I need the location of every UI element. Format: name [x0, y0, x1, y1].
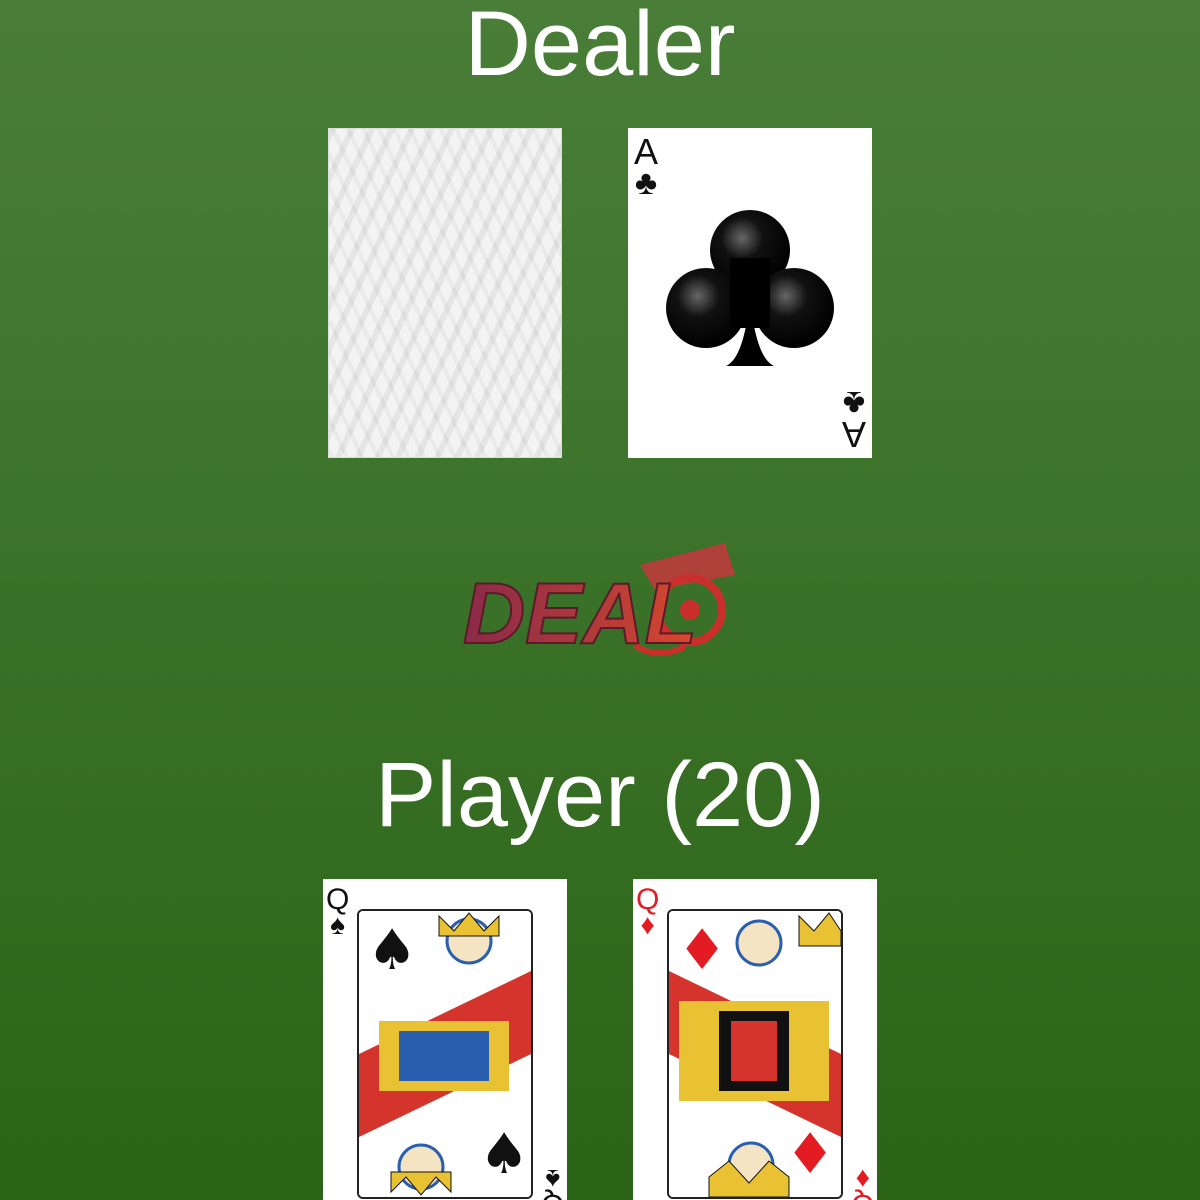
player-card-queen-of-diamonds: Q ♦ ♦ ♦ Q ♦	[633, 879, 877, 1200]
card-corner-bottom: A ♣	[841, 384, 866, 455]
club-icon	[666, 210, 834, 366]
club-icon: ♣	[634, 164, 658, 202]
card-corner-top: Q ♠	[326, 883, 350, 940]
svg-text:♠: ♠	[479, 1122, 529, 1187]
queen-artwork: ♠ ♠	[357, 909, 533, 1199]
queen-figure-icon: ♠ ♠	[359, 911, 531, 1197]
svg-text:♦: ♦	[785, 1122, 835, 1187]
deal-logo: DEAL	[462, 543, 735, 663]
card-corner-top: A ♣	[634, 131, 659, 202]
card-corner-top: Q ♦	[636, 883, 660, 940]
queen-figure-icon: ♦ ♦	[669, 911, 841, 1197]
club-icon: ♣	[842, 384, 866, 422]
card-corner-bottom: Q ♠	[541, 1164, 564, 1200]
player-card-queen-of-spades: Q ♠ ♠ ♠ Q ♠	[323, 879, 567, 1200]
svg-text:♦: ♦	[677, 918, 727, 983]
dealer-title: Dealer	[464, 0, 736, 95]
dealer-card-face-down	[328, 128, 562, 458]
player-title: Player (20)	[375, 744, 825, 846]
svg-text:♠: ♠	[367, 918, 417, 983]
queen-artwork: ♦ ♦	[667, 909, 843, 1199]
card-corner-bottom: Q ♦	[851, 1164, 874, 1200]
deal-label: DEAL	[463, 566, 697, 662]
dealer-card-ace-of-clubs: A ♣ A ♣	[628, 128, 872, 458]
deal-button[interactable]: DEAL	[455, 535, 745, 665]
